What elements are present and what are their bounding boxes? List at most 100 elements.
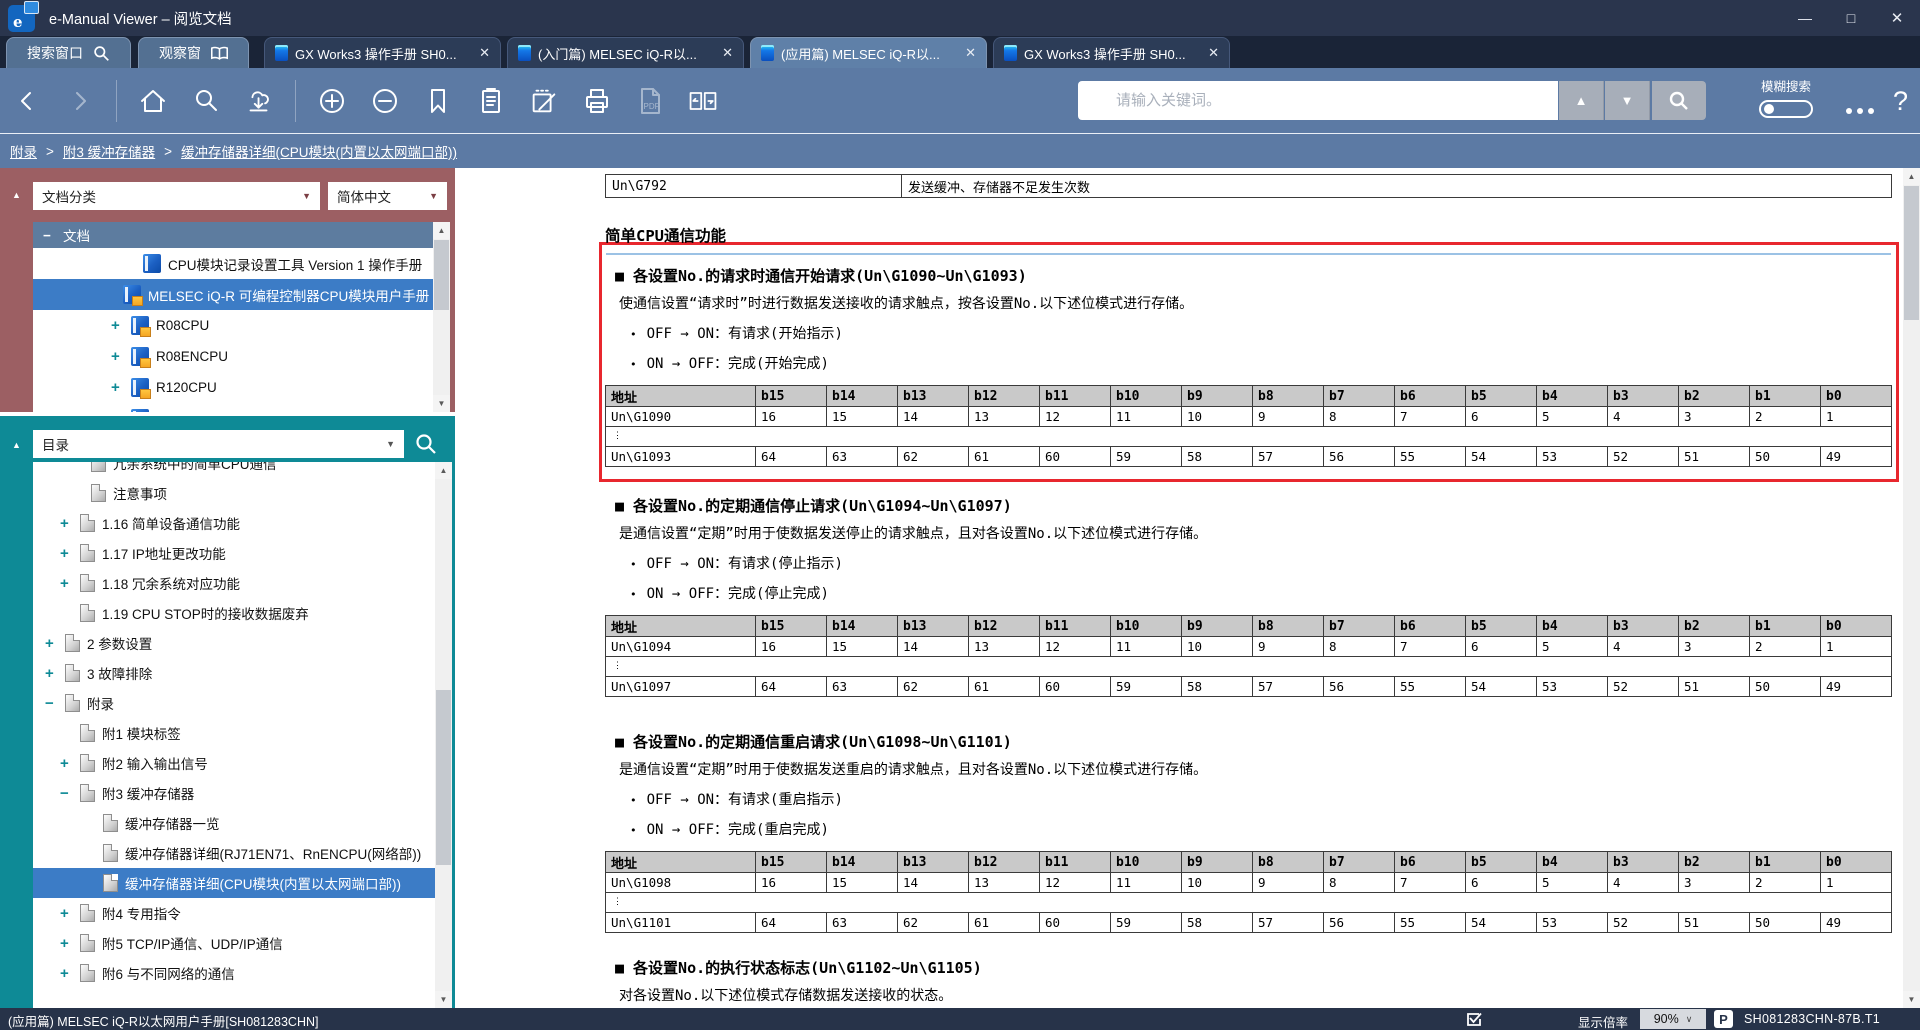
zoom-out-icon[interactable]: [368, 84, 402, 118]
scroll-up-icon[interactable]: ▲: [1903, 168, 1920, 185]
tab-watch-window[interactable]: 观察窗: [138, 37, 249, 68]
maximize-icon[interactable]: □: [1828, 0, 1874, 36]
scroll-down-icon[interactable]: ▼: [433, 395, 450, 412]
pdf-icon[interactable]: PDF: [633, 84, 667, 118]
expander-icon[interactable]: −: [45, 695, 65, 712]
expander-icon[interactable]: +: [111, 317, 131, 334]
main-scrollbar[interactable]: ▲ ▼: [1903, 168, 1920, 1008]
document-category-dropdown[interactable]: 文档分类 ▼: [33, 182, 320, 210]
document-tree-item[interactable]: + R120CPU: [33, 372, 450, 403]
compose-note-icon[interactable]: [527, 84, 561, 118]
expander-icon[interactable]: +: [111, 348, 131, 365]
toc-scrollbar[interactable]: ▲ ▼: [435, 462, 452, 1008]
search-previous-button[interactable]: ▲: [1559, 81, 1604, 120]
scrollbar-thumb[interactable]: [434, 240, 449, 310]
toolbar-divider: [116, 80, 117, 122]
minimize-icon[interactable]: —: [1782, 0, 1828, 36]
expander-icon[interactable]: +: [60, 545, 80, 562]
document-tree-scrollbar[interactable]: ▲ ▼: [433, 222, 450, 412]
toc-item[interactable]: + 1.17 IP地址更改功能: [33, 538, 452, 568]
toc-item[interactable]: + 2 参数设置: [33, 628, 452, 658]
toc-item[interactable]: 缓冲存储器详细(RJ71EN71、RnENCPU(网络部)): [33, 838, 452, 868]
back-icon[interactable]: [10, 84, 44, 118]
expander-icon[interactable]: +: [60, 935, 80, 952]
toc-item[interactable]: 附1 模块标签: [33, 718, 452, 748]
toc-item[interactable]: 注意事项: [33, 478, 452, 508]
collapse-icon[interactable]: −: [43, 228, 63, 243]
cloud-download-icon[interactable]: [242, 84, 276, 118]
toc-item[interactable]: + 附5 TCP/IP通信、UDP/IP通信: [33, 928, 452, 958]
expander-icon[interactable]: +: [45, 665, 65, 682]
breadcrumb-link[interactable]: 附3 缓冲存储器: [63, 141, 155, 161]
bookmark-icon[interactable]: [421, 84, 455, 118]
close-tab-icon[interactable]: ✕: [722, 45, 733, 61]
toc-search-icon[interactable]: [414, 432, 440, 458]
zoom-in-icon[interactable]: [315, 84, 349, 118]
close-tab-icon[interactable]: ✕: [1208, 45, 1219, 61]
toc-item[interactable]: + 附6 与不同网络的通信: [33, 958, 452, 988]
run-search-button[interactable]: [1652, 81, 1706, 120]
toc-item[interactable]: + 附2 输入输出信号: [33, 748, 452, 778]
home-icon[interactable]: [136, 84, 170, 118]
scroll-down-icon[interactable]: ▼: [435, 991, 452, 1008]
toc-item[interactable]: 1.19 CPU STOP时的接收数据废弃: [33, 598, 452, 628]
toc-item[interactable]: + 3 故障排除: [33, 658, 452, 688]
tab-search-window[interactable]: 搜索窗口: [6, 37, 131, 68]
toc-item[interactable]: + 1.18 冗余系统对应功能: [33, 568, 452, 598]
toc-item[interactable]: − 附录: [33, 688, 452, 718]
close-tab-icon[interactable]: ✕: [965, 45, 976, 61]
toc-item[interactable]: 缓冲存储器一览: [33, 808, 452, 838]
breadcrumb-link[interactable]: 附录: [10, 141, 37, 161]
document-tree-item[interactable]: + R08ENCPU: [33, 341, 450, 372]
facing-pages-icon[interactable]: [686, 84, 720, 118]
document-tab[interactable]: GX Works3 操作手册 SH0... ✕: [993, 37, 1230, 68]
language-dropdown[interactable]: 简体中文 ▼: [328, 182, 447, 210]
document-tree-item[interactable]: MELSEC iQ-R 可编程控制器CPU模块用户手册: [33, 279, 450, 310]
toc-item[interactable]: 缓冲存储器详细(CPU模块(内置以太网端口部)): [33, 868, 452, 898]
expander-icon[interactable]: +: [60, 515, 80, 532]
expander-icon[interactable]: +: [45, 635, 65, 652]
scrollbar-thumb[interactable]: [436, 690, 451, 865]
document-tab[interactable]: (入门篇) MELSEC iQ-R以... ✕: [507, 37, 744, 68]
close-tab-icon[interactable]: ✕: [479, 45, 490, 61]
zoom-ratio-select[interactable]: 90% ∨: [1640, 1009, 1706, 1029]
toc-item[interactable]: + 附4 专用指令: [33, 898, 452, 928]
expander-icon[interactable]: +: [60, 965, 80, 982]
expander-icon[interactable]: +: [60, 755, 80, 772]
document-tab[interactable]: (应用篇) MELSEC iQ-R以... ✕: [750, 37, 987, 68]
collapse-panel-icon[interactable]: ▲: [12, 440, 21, 450]
scroll-up-icon[interactable]: ▲: [433, 222, 450, 239]
toc-item[interactable]: 冗余系统中的简单CPU通信: [33, 462, 452, 478]
expander-icon[interactable]: +: [60, 905, 80, 922]
document-tree-item[interactable]: CPU模块记录设置工具 Version 1 操作手册: [33, 248, 450, 279]
expander-icon[interactable]: −: [60, 785, 80, 802]
breadcrumb-link[interactable]: 缓冲存储器详细(CPU模块(内置以太网端口部)): [181, 141, 457, 161]
document-tree-item[interactable]: +: [33, 403, 450, 412]
toc-dropdown[interactable]: 目录 ▼: [33, 430, 404, 458]
memo-icon[interactable]: [474, 84, 508, 118]
expander-icon[interactable]: +: [111, 410, 131, 412]
toc-item[interactable]: + 1.16 简单设备通信功能: [33, 508, 452, 538]
check-status-icon[interactable]: [1466, 1011, 1482, 1027]
scroll-down-icon[interactable]: ▼: [1903, 991, 1920, 1008]
keyword-search-input[interactable]: [1078, 81, 1558, 120]
search-next-button[interactable]: ▼: [1605, 81, 1650, 120]
document-tree-root[interactable]: − 文档: [33, 222, 450, 248]
help-icon[interactable]: ?: [1893, 86, 1908, 117]
close-window-icon[interactable]: ✕: [1874, 0, 1920, 36]
expander-icon[interactable]: +: [111, 379, 131, 396]
collapse-panel-icon[interactable]: ▲: [12, 190, 21, 200]
document-tree-item[interactable]: + R08CPU: [33, 310, 450, 341]
document-code: SH081283CHN-87B.T1: [1744, 1012, 1880, 1026]
fuzzy-search-toggle[interactable]: [1759, 100, 1813, 118]
forward-icon[interactable]: [63, 84, 97, 118]
document-tab-label: (应用篇) MELSEC iQ-R以...: [781, 44, 940, 63]
toc-item[interactable]: − 附3 缓冲存储器: [33, 778, 452, 808]
print-icon[interactable]: [580, 84, 614, 118]
expander-icon[interactable]: +: [60, 575, 80, 592]
search-page-icon[interactable]: [189, 84, 223, 118]
document-tab[interactable]: GX Works3 操作手册 SH0... ✕: [264, 37, 501, 68]
scroll-up-icon[interactable]: ▲: [435, 462, 452, 479]
more-options-icon[interactable]: [1846, 108, 1874, 114]
scrollbar-thumb[interactable]: [1904, 186, 1919, 320]
